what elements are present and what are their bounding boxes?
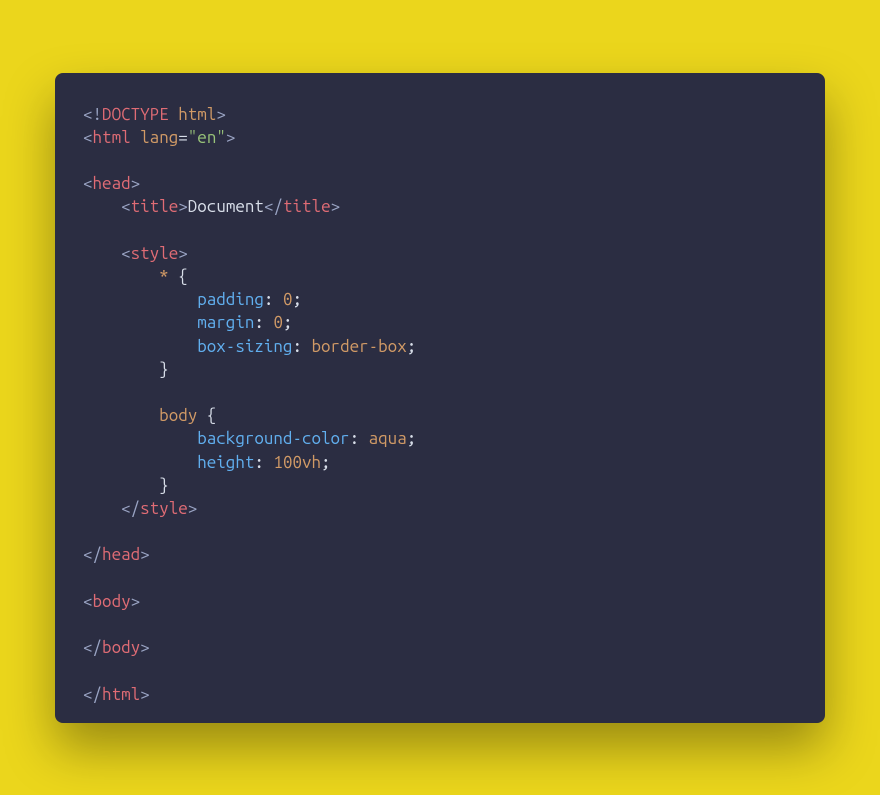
- bracket: >: [131, 174, 141, 193]
- bracket: >: [140, 685, 150, 704]
- prop-height: height: [197, 453, 254, 472]
- equals: =: [178, 128, 188, 147]
- brace-close: }: [159, 476, 169, 495]
- colon: :: [350, 429, 360, 448]
- head-open-tag: head: [93, 174, 131, 193]
- style-close-tag: style: [140, 499, 188, 518]
- doctype-open: <!: [83, 105, 102, 124]
- bracket: </: [121, 499, 140, 518]
- lang-attr: lang: [140, 128, 178, 147]
- body-open-tag: body: [93, 592, 131, 611]
- brace-open: {: [169, 267, 188, 286]
- colon: :: [254, 313, 264, 332]
- title-text: Document: [188, 197, 264, 216]
- brace-open: {: [197, 406, 216, 425]
- semicolon: ;: [283, 313, 293, 332]
- bracket: >: [188, 499, 198, 518]
- bracket: </: [83, 638, 102, 657]
- doctype-html: html: [178, 105, 216, 124]
- prop-padding: padding: [197, 290, 264, 309]
- bracket: >: [331, 197, 341, 216]
- bracket: >: [178, 244, 188, 263]
- val-zero: 0: [273, 313, 283, 332]
- doctype-keyword: DOCTYPE: [102, 105, 169, 124]
- colon: :: [264, 290, 274, 309]
- prop-box-sizing: box-sizing: [197, 337, 292, 356]
- bracket: >: [140, 545, 150, 564]
- selector-star: *: [159, 267, 169, 286]
- val-100vh: 100vh: [273, 453, 321, 472]
- bracket: >: [226, 128, 236, 147]
- bracket: <: [83, 174, 93, 193]
- html-open-tag: html: [93, 128, 131, 147]
- prop-margin: margin: [197, 313, 254, 332]
- bracket: <: [121, 197, 131, 216]
- bracket: <: [83, 592, 93, 611]
- semicolon: ;: [321, 453, 331, 472]
- semicolon: ;: [407, 429, 417, 448]
- val-border-box: border-box: [312, 337, 407, 356]
- bracket: <: [83, 128, 93, 147]
- style-open-tag: style: [131, 244, 179, 263]
- semicolon: ;: [292, 290, 302, 309]
- bracket: >: [131, 592, 141, 611]
- brace-close: }: [159, 360, 169, 379]
- code-block: <!DOCTYPE html> <html lang="en"> <head> …: [55, 73, 825, 723]
- title-open-tag: title: [131, 197, 179, 216]
- bracket: <: [121, 244, 131, 263]
- bracket: >: [216, 105, 226, 124]
- bracket: </: [83, 545, 102, 564]
- bracket: </: [264, 197, 283, 216]
- bracket: >: [140, 638, 150, 657]
- colon: :: [292, 337, 302, 356]
- head-close-tag: head: [102, 545, 140, 564]
- val-aqua: aqua: [369, 429, 407, 448]
- selector-body: body: [159, 406, 197, 425]
- bracket: >: [178, 197, 188, 216]
- prop-background-color: background-color: [197, 429, 349, 448]
- html-close-tag: html: [102, 685, 140, 704]
- bracket: </: [83, 685, 102, 704]
- title-close-tag: title: [283, 197, 331, 216]
- lang-value: "en": [188, 128, 226, 147]
- body-close-tag: body: [102, 638, 140, 657]
- colon: :: [254, 453, 264, 472]
- semicolon: ;: [407, 337, 417, 356]
